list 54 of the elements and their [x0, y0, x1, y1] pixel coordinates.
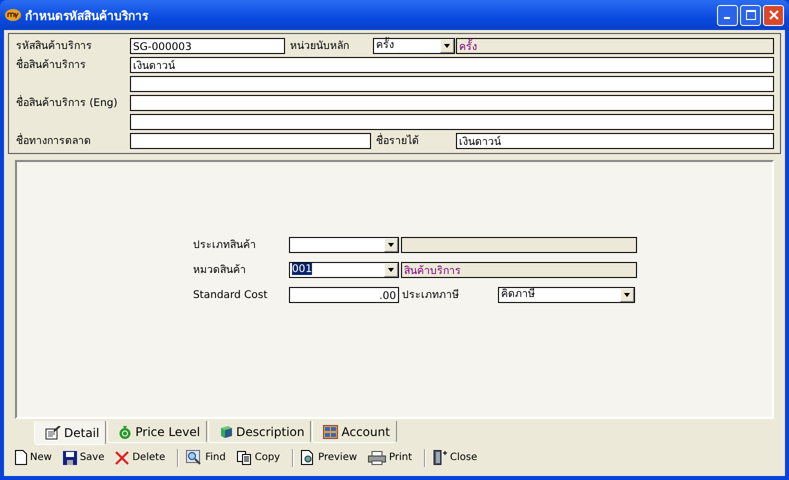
input-field[interactable]: เงินดาวน์	[130, 56, 774, 72]
grid-icon	[323, 424, 338, 438]
field-label: รหัสสินค้าบริการ	[15, 39, 93, 54]
maximize-icon	[746, 10, 756, 20]
close-button[interactable]	[763, 4, 784, 26]
dropdown[interactable]	[289, 236, 399, 252]
toolbar-button[interactable]: Delete	[112, 446, 174, 468]
field-label: ชื่อสินค้าบริการ	[15, 56, 87, 73]
toolbar-button[interactable]: Preview	[298, 446, 366, 468]
input-field[interactable]: .00	[289, 286, 399, 302]
input-field[interactable]	[130, 132, 371, 148]
field-label: ชื่อสินค้าบริการ (Eng)	[15, 94, 118, 111]
printer-icon	[368, 450, 386, 464]
input-field[interactable]: SG-000003	[130, 38, 285, 54]
money-bag-icon	[118, 424, 132, 438]
toolbar-button[interactable]: Find	[183, 446, 234, 468]
tab[interactable]: Price Level	[107, 421, 208, 443]
toolbar-button[interactable]: Copy	[234, 446, 288, 468]
search-icon	[186, 450, 202, 465]
toolbar-button[interactable]: Save	[60, 446, 112, 468]
app-logo-icon	[5, 9, 21, 21]
field-label: ประเภทภาษี	[401, 288, 460, 303]
document-icon	[45, 426, 61, 440]
close-icon	[768, 10, 778, 20]
input-field[interactable]	[130, 94, 774, 110]
input-field[interactable]	[130, 114, 774, 130]
dropdown[interactable]: ครั้ง	[373, 38, 455, 54]
dropdown[interactable]: 001	[289, 262, 399, 278]
page-magnifier-icon	[301, 450, 316, 465]
tab[interactable]: Description	[208, 421, 312, 443]
tab[interactable]: Account	[312, 421, 397, 443]
blank-page-icon	[15, 450, 27, 465]
cross-icon	[115, 450, 130, 464]
toolbar-button[interactable]: Print	[365, 446, 420, 468]
field-label: หน่วยนับหลัก	[289, 39, 350, 54]
field-label: ชื่อรายได้	[375, 132, 420, 149]
door-icon	[433, 450, 448, 465]
display-field: ครั้ง	[456, 38, 774, 54]
input-field[interactable]	[130, 76, 774, 92]
dropdown[interactable]: คิดภาษี	[498, 286, 635, 302]
window-title: กำหนดรหัสสินค้าบริการ	[25, 8, 150, 24]
field-label: Standard Cost	[193, 288, 268, 300]
toolbar-button[interactable]: Close	[430, 446, 486, 468]
copy-icon	[236, 450, 252, 464]
input-field[interactable]: เงินดาวน์	[456, 132, 774, 148]
toolbar-button[interactable]: New	[12, 446, 60, 468]
minimize-button[interactable]	[717, 4, 738, 26]
field-label: หมวดสินค้า	[193, 263, 247, 278]
field-label: ชื่อทางการตลาด	[15, 132, 92, 149]
book-icon	[219, 424, 234, 438]
display-field: สินค้าบริการ	[401, 262, 637, 278]
field-label: ประเภทสินค้า	[193, 238, 257, 253]
maximize-button[interactable]	[740, 4, 761, 26]
tab[interactable]: Detail	[34, 421, 106, 445]
